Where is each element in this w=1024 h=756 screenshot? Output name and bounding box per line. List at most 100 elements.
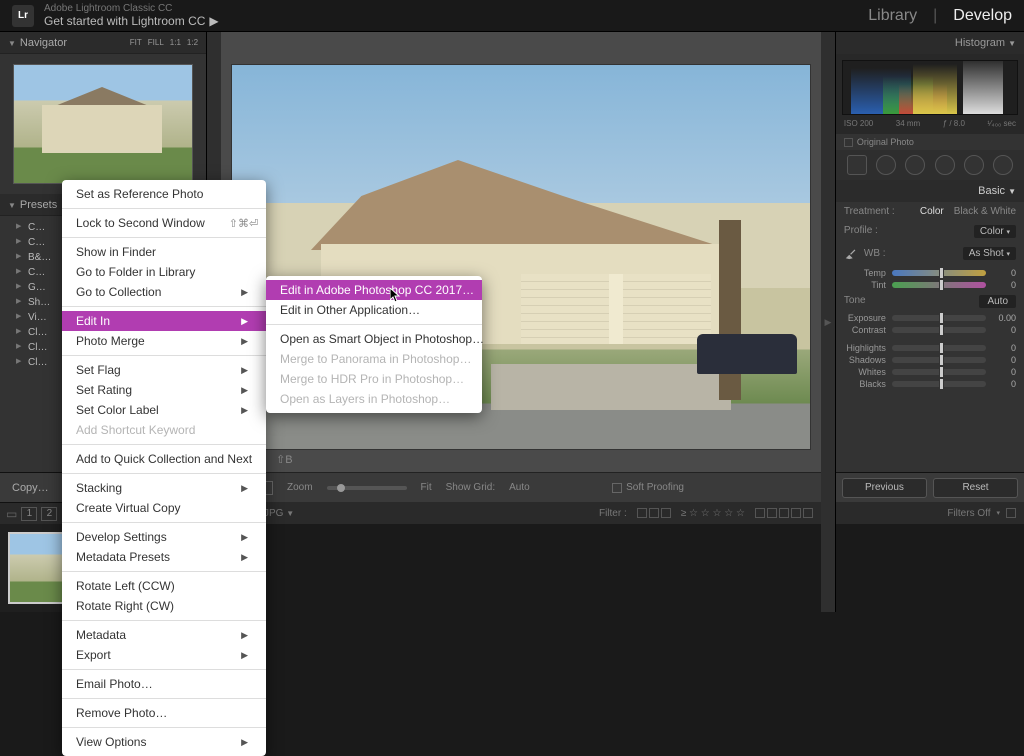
treatment-color[interactable]: Color (920, 206, 944, 217)
temp-label: Temp (844, 268, 886, 278)
checkbox-icon (844, 138, 853, 147)
fit-label: Fit (421, 482, 432, 493)
submenu-merge-hdr: Merge to HDR Pro in Photoshop… (266, 369, 482, 389)
menu-view-options[interactable]: View Options▶ (62, 732, 266, 752)
develop-toolbar: Zoom Fit Show Grid: Auto Soft Proofing (221, 472, 821, 502)
nav-fit[interactable]: FIT (130, 38, 142, 47)
highlights-value: 0 (992, 343, 1016, 353)
menu-email[interactable]: Email Photo… (62, 674, 266, 694)
treatment-bw[interactable]: Black & White (954, 206, 1016, 217)
checkbox-icon (612, 483, 622, 493)
navigator-thumbnail[interactable] (13, 64, 193, 184)
temp-slider[interactable] (892, 270, 986, 276)
filter-flags[interactable] (637, 508, 671, 519)
app-subtitle[interactable]: Get started with Lightroom CC ▶ (44, 14, 219, 28)
menu-virtual-copy[interactable]: Create Virtual Copy (62, 498, 266, 518)
play-icon: ▶ (209, 14, 218, 28)
showgrid-value[interactable]: Auto (509, 482, 530, 493)
menu-go-collection[interactable]: Go to Collection▶ (62, 282, 266, 302)
menu-set-rating[interactable]: Set Rating▶ (62, 380, 266, 400)
edit-in-submenu: Edit in Adobe Photoshop CC 2017… Edit in… (266, 276, 482, 413)
eyedropper-icon[interactable] (844, 246, 858, 260)
menu-metadata[interactable]: Metadata▶ (62, 625, 266, 645)
auto-tone-button[interactable]: Auto (979, 295, 1016, 308)
context-menu: Set as Reference Photo Lock to Second Wi… (62, 180, 266, 756)
exposure-slider[interactable] (892, 315, 986, 321)
nav-fill[interactable]: FILL (148, 38, 164, 47)
menu-show-finder[interactable]: Show in Finder (62, 242, 266, 262)
submenu-smart-object[interactable]: Open as Smart Object in Photoshop… (266, 329, 482, 349)
menu-rotate-cw[interactable]: Rotate Right (CW) (62, 596, 266, 616)
menu-set-color[interactable]: Set Color Label▶ (62, 400, 266, 420)
filter-colors[interactable] (755, 508, 813, 519)
wb-label: WB : (864, 248, 886, 259)
menu-lock-second[interactable]: Lock to Second Window⇧⌘⏎ (62, 213, 266, 233)
lock-icon[interactable] (1006, 508, 1016, 518)
reset-button[interactable]: Reset (933, 478, 1018, 498)
basic-panel-header[interactable]: Basic ▼ (836, 180, 1024, 202)
spot-tool-icon[interactable] (876, 155, 896, 175)
menu-photo-merge[interactable]: Photo Merge▶ (62, 331, 266, 351)
exposure-label: Exposure (844, 313, 886, 323)
menu-add-quick[interactable]: Add to Quick Collection and Next⇧B (62, 449, 266, 469)
nav-1-1[interactable]: 1:1 (170, 38, 181, 47)
tint-value: 0 (992, 280, 1016, 290)
lightroom-logo: Lr (12, 5, 34, 27)
highlights-slider[interactable] (892, 345, 986, 351)
redeye-tool-icon[interactable] (905, 155, 925, 175)
menu-rotate-ccw[interactable]: Rotate Left (CCW) (62, 576, 266, 596)
shadows-slider[interactable] (892, 357, 986, 363)
submenu-edit-photoshop[interactable]: Edit in Adobe Photoshop CC 2017… (266, 280, 482, 300)
display-tab-2[interactable]: 2 (41, 507, 57, 521)
right-expander[interactable]: ▶ (821, 32, 835, 612)
previous-button[interactable]: Previous (842, 478, 927, 498)
module-library[interactable]: Library (868, 7, 917, 25)
wb-select[interactable]: As Shot ▾ (963, 247, 1016, 260)
showgrid-label: Show Grid: (446, 482, 495, 493)
menu-stacking[interactable]: Stacking▶ (62, 478, 266, 498)
filter-bar: …ed /5.JPG ▼ Filter : ≥ ☆ ☆ ☆ ☆ ☆ (221, 502, 821, 524)
menu-remove[interactable]: Remove Photo… (62, 703, 266, 723)
blacks-value: 0 (992, 379, 1016, 389)
filters-off-select[interactable]: Filters Off (947, 508, 990, 519)
whites-slider[interactable] (892, 369, 986, 375)
profile-label: Profile : (844, 225, 878, 238)
exposure-value: 0.00 (992, 313, 1016, 323)
right-filmstrip[interactable] (836, 524, 1024, 612)
histogram-header[interactable]: Histogram ▼ (836, 32, 1024, 54)
blacks-slider[interactable] (892, 381, 986, 387)
zoom-slider[interactable] (327, 486, 407, 490)
menu-set-reference[interactable]: Set as Reference Photo (62, 184, 266, 204)
radial-tool-icon[interactable] (964, 155, 984, 175)
histogram-canvas[interactable] (842, 60, 1018, 115)
top-bar: Lr Adobe Lightroom Classic CC Get starte… (0, 0, 1024, 32)
monitor-icon: ▭ (6, 507, 17, 521)
brush-tool-icon[interactable] (993, 155, 1013, 175)
original-photo-toggle[interactable]: Original Photo (836, 134, 1024, 150)
menu-set-flag[interactable]: Set Flag▶ (62, 360, 266, 380)
profile-select[interactable]: Color ▾ (974, 225, 1016, 238)
highlights-label: Highlights (844, 343, 886, 353)
tint-slider[interactable] (892, 282, 986, 288)
submenu-merge-panorama: Merge to Panorama in Photoshop… (266, 349, 482, 369)
menu-edit-in[interactable]: Edit In▶ (62, 311, 266, 331)
crop-tool-icon[interactable] (847, 155, 867, 175)
module-develop[interactable]: Develop (953, 7, 1012, 25)
gradient-tool-icon[interactable] (935, 155, 955, 175)
menu-go-folder[interactable]: Go to Folder in Library (62, 262, 266, 282)
display-tab-1[interactable]: 1 (21, 507, 37, 521)
shadows-label: Shadows (844, 355, 886, 365)
submenu-edit-other[interactable]: Edit in Other Application… (266, 300, 482, 320)
menu-export[interactable]: Export▶ (62, 645, 266, 665)
temp-value: 0 (992, 268, 1016, 278)
histogram-meta: ISO 20034 mmƒ / 8.0¹⁄₄₀₀ sec (842, 117, 1018, 128)
menu-develop-settings[interactable]: Develop Settings▶ (62, 527, 266, 547)
shadows-value: 0 (992, 355, 1016, 365)
menu-metadata-presets[interactable]: Metadata Presets▶ (62, 547, 266, 567)
center-filmstrip[interactable] (221, 524, 821, 612)
filter-rating[interactable]: ≥ ☆ ☆ ☆ ☆ ☆ (681, 508, 745, 519)
contrast-slider[interactable] (892, 327, 986, 333)
navigator-header[interactable]: ▼Navigator FIT FILL 1:1 1:2 (0, 32, 206, 54)
nav-1-2[interactable]: 1:2 (187, 38, 198, 47)
soft-proofing-toggle[interactable]: Soft Proofing (612, 482, 684, 493)
